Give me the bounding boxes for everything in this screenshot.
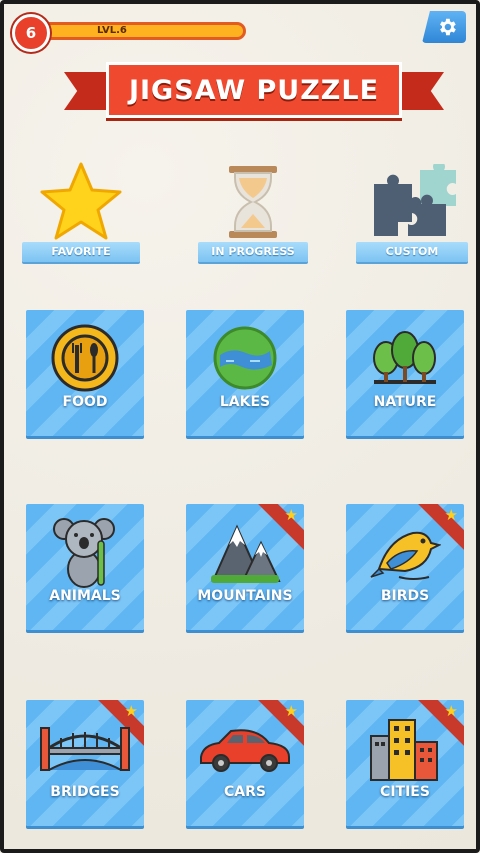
category-cities[interactable]: ★ CITIES (346, 700, 464, 826)
category-nature[interactable]: NATURE (346, 310, 464, 436)
category-mountains[interactable]: ★ MOUNTAINS (186, 504, 304, 630)
level-badge: 6 (12, 14, 50, 52)
category-label: LAKES (219, 394, 271, 410)
koala-icon (26, 512, 144, 592)
title-banner: JIGSAW PUZZLE (64, 62, 444, 120)
level-indicator: LVL.6 6 (12, 14, 246, 52)
favorite-button[interactable]: FAVORITE (22, 162, 140, 262)
category-label: MOUNTAINS (197, 588, 293, 604)
category-lakes[interactable]: LAKES (186, 310, 304, 436)
title-plate: JIGSAW PUZZLE (106, 62, 402, 118)
city-icon (346, 708, 464, 788)
mountains-icon (186, 512, 304, 592)
category-label: CITIES (380, 784, 430, 800)
category-label: ANIMALS (49, 588, 121, 604)
custom-label: CUSTOM (356, 242, 468, 262)
trees-icon (346, 318, 464, 398)
puzzle-pieces-icon (356, 162, 468, 240)
in-progress-label: IN PROGRESS (198, 242, 308, 262)
level-label: LVL.6 (97, 25, 127, 36)
favorite-label: FAVORITE (22, 242, 140, 262)
plate-cutlery-icon (26, 318, 144, 398)
custom-button[interactable]: CUSTOM (356, 162, 468, 262)
category-cars[interactable]: ★ CARS (186, 700, 304, 826)
star-icon (22, 162, 140, 240)
page-title: JIGSAW PUZZLE (128, 74, 380, 106)
in-progress-button[interactable]: IN PROGRESS (198, 162, 308, 262)
category-label: CARS (224, 784, 266, 800)
bridge-icon (26, 708, 144, 788)
lake-icon (186, 318, 304, 398)
category-label: FOOD (62, 394, 108, 410)
app-frame: LVL.6 6 JIGSAW PUZZLE FAVORITE IN PROGRE… (0, 0, 480, 853)
bird-icon (346, 512, 464, 592)
category-birds[interactable]: ★ BIRDS (346, 504, 464, 630)
hourglass-icon (198, 162, 308, 240)
level-progress-bar: LVL.6 (38, 22, 246, 40)
category-label: BIRDS (380, 588, 430, 604)
settings-button[interactable] (422, 11, 466, 43)
category-label: BRIDGES (50, 784, 120, 800)
gear-icon (440, 18, 456, 36)
category-animals[interactable]: ANIMALS (26, 504, 144, 630)
car-icon (186, 708, 304, 788)
category-label: NATURE (373, 394, 437, 410)
category-food[interactable]: FOOD (26, 310, 144, 436)
category-bridges[interactable]: ★ BRIDGES (26, 700, 144, 826)
